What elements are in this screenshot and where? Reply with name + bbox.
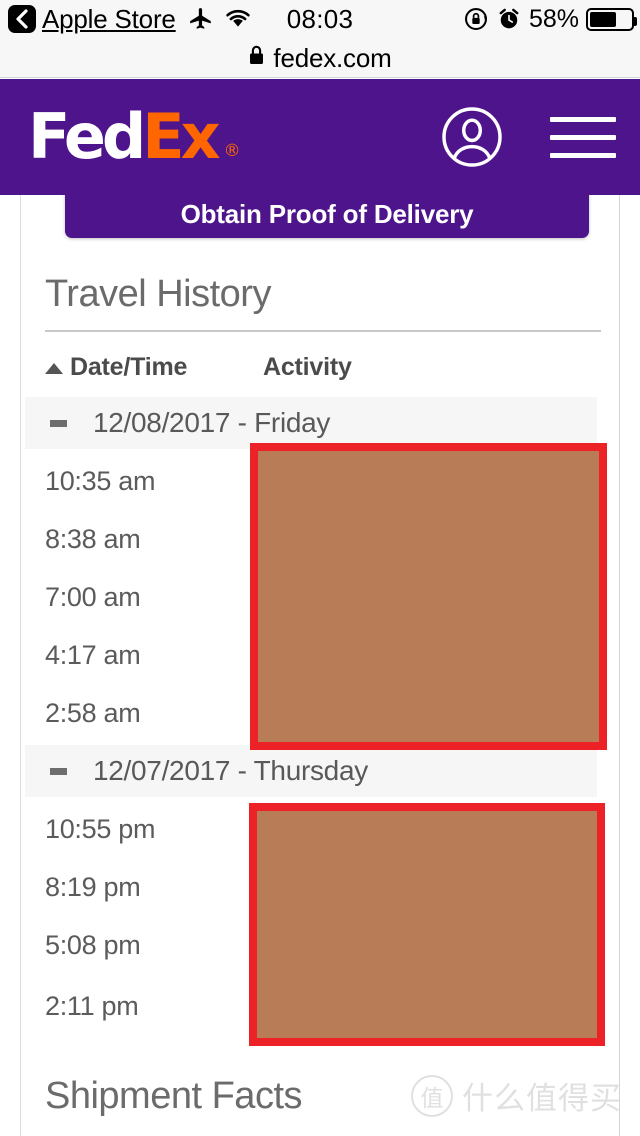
hamburger-menu-icon[interactable]: [550, 116, 616, 158]
alarm-clock-icon: [496, 6, 522, 32]
table-row-time: 2:11 pm: [45, 991, 139, 1021]
wifi-icon: [224, 8, 252, 30]
table-row-time: 8:38 am: [45, 524, 141, 554]
shipment-facts-heading: Shipment Facts: [45, 1075, 303, 1117]
url-text: fedex.com: [273, 42, 392, 73]
site-header: Fed Ex ®: [0, 79, 640, 195]
status-bar-left: Apple Store: [0, 5, 252, 33]
fedex-logo[interactable]: Fed Ex ®: [28, 106, 241, 168]
battery-percent-label: 58%: [528, 4, 579, 33]
table-row-time: 2:58 am: [45, 698, 141, 728]
header-actions: [440, 105, 616, 169]
registered-mark: ®: [223, 141, 241, 161]
back-to-app-button[interactable]: [8, 5, 36, 33]
browser-url-bar[interactable]: fedex.com: [0, 38, 640, 78]
logo-fed-text: Fed: [28, 100, 146, 173]
travel-history-table-header: Date/Time Activity: [21, 353, 619, 395]
table-row-time: 7:00 am: [45, 582, 141, 612]
date-group-label: 12/07/2017 - Thursday: [93, 755, 368, 786]
activity-redaction-thursday: [249, 803, 605, 1046]
table-row-time: 10:35 am: [45, 466, 156, 496]
table-row-time: 10:55 pm: [45, 814, 156, 844]
minus-icon[interactable]: [47, 760, 69, 782]
column-header-activity[interactable]: Activity: [263, 353, 352, 382]
lock-icon: [248, 44, 265, 71]
travel-history-divider: [45, 330, 601, 332]
column-header-datetime[interactable]: Date/Time: [45, 353, 187, 382]
obtain-proof-of-delivery-button[interactable]: Obtain Proof of Delivery: [65, 195, 589, 238]
phone-screen: Apple Store 08:03 58% fedex.com Fed Ex ®…: [0, 0, 640, 1136]
back-app-label[interactable]: Apple Store: [42, 6, 176, 32]
minus-icon[interactable]: [47, 412, 69, 434]
date-group-label: 12/08/2017 - Friday: [93, 407, 331, 438]
travel-history-heading: Travel History: [45, 273, 271, 315]
airplane-mode-icon: [188, 6, 214, 32]
sort-ascending-icon: [45, 363, 63, 374]
rotation-lock-icon: [463, 6, 489, 32]
table-row-time: 8:19 pm: [45, 872, 141, 902]
account-person-icon[interactable]: [440, 105, 504, 169]
logo-ex-text: Ex: [142, 100, 220, 173]
status-bar-right: 58%: [463, 0, 637, 38]
date-group-row[interactable]: 12/08/2017 - Friday: [25, 397, 597, 449]
column-header-datetime-label: Date/Time: [70, 353, 188, 381]
battery-icon: [586, 7, 637, 31]
page-content: Obtain Proof of Delivery Travel History …: [0, 195, 640, 1136]
activity-redaction-friday: [250, 443, 607, 750]
table-row-time: 4:17 am: [45, 640, 141, 670]
chevron-left-icon: [16, 9, 28, 29]
ios-status-bar: Apple Store 08:03 58%: [0, 0, 640, 38]
date-group-row[interactable]: 12/07/2017 - Thursday: [25, 745, 597, 797]
table-row-time: 5:08 pm: [45, 930, 141, 960]
